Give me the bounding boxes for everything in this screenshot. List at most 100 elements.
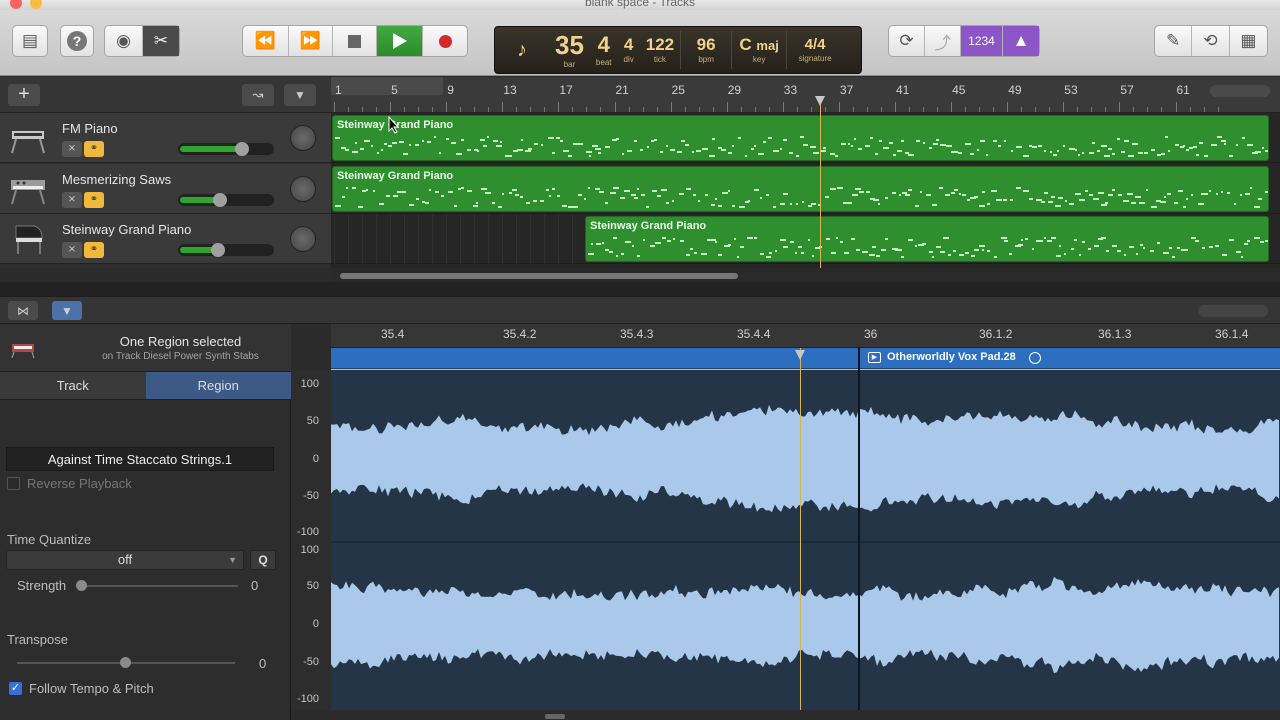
lcd-signature[interactable]: 4/4 signature <box>787 27 843 73</box>
region-name-field[interactable]: Against Time Staccato Strings.1 <box>6 447 274 471</box>
catch-button[interactable]: ▼ <box>284 84 316 106</box>
ruler-tick <box>712 107 714 112</box>
track-header[interactable]: FM Piano ⨯ ⚭ <box>0 113 331 163</box>
editors-button[interactable]: ✂ <box>143 26 179 56</box>
lcd-key[interactable]: C maj key <box>732 27 786 73</box>
time-quantize-select[interactable]: off ▼ <box>6 550 244 570</box>
timeline-ruler[interactable]: 1 5 9 13 17 21 25 29 33 37 41 45 49 53 57 61 <box>331 77 1280 113</box>
ruler-tick <box>796 107 798 112</box>
volume-knob[interactable] <box>235 142 249 156</box>
amplitude-label: 100 <box>300 378 319 390</box>
track-header[interactable]: Steinway Grand Piano ⨯ ⚭ <box>0 214 331 264</box>
pan-knob[interactable] <box>290 175 316 202</box>
instrument-icon <box>8 222 48 256</box>
track-name[interactable]: FM Piano <box>62 121 118 136</box>
add-track-button[interactable]: + <box>8 84 40 106</box>
cycle-button[interactable]: ⟳ <box>889 26 925 56</box>
metronome-button[interactable]: ▲ <box>1003 26 1039 56</box>
count-in-button[interactable]: 1234 <box>961 26 1003 56</box>
editor-link-button[interactable]: ⋈ <box>8 301 38 320</box>
ruler-tick <box>1049 107 1051 112</box>
track-lane[interactable]: Steinway Grand Piano <box>331 164 1280 214</box>
headphones-button[interactable]: ⚭ <box>84 242 104 258</box>
lcd-div: 4 div <box>623 35 634 64</box>
pan-knob[interactable] <box>290 226 316 252</box>
track-lane[interactable]: Steinway Grand Piano <box>331 113 1280 163</box>
lcd-bpm[interactable]: 96 bpm <box>681 27 731 73</box>
midi-notes <box>335 186 1268 208</box>
ruler-tick <box>993 107 995 112</box>
automation-button[interactable]: ↝ <box>242 84 274 106</box>
cycle-region[interactable] <box>331 77 443 95</box>
strength-slider[interactable] <box>76 580 238 591</box>
midi-region[interactable]: Steinway Grand Piano <box>332 115 1269 161</box>
inspector-subtitle: on Track Diesel Power Synth Stabs <box>102 351 259 362</box>
ruler-tick <box>390 102 392 112</box>
midi-region[interactable]: Steinway Grand Piano <box>332 165 1269 212</box>
headphones-button[interactable]: ⚭ <box>84 141 104 157</box>
lcd-bar: 35 bar <box>555 29 584 69</box>
track-name[interactable]: Mesmerizing Saws <box>62 172 171 187</box>
ruler-bar-label: 29 <box>727 83 742 97</box>
media-browser-button[interactable]: ▦ <box>1230 26 1267 56</box>
mute-button[interactable]: ⨯ <box>62 242 82 258</box>
stop-button[interactable] <box>333 26 377 56</box>
volume-slider[interactable] <box>178 142 274 156</box>
audio-waveform-editor[interactable] <box>331 370 1280 710</box>
pan-knob[interactable] <box>290 125 316 151</box>
track-horizontal-scrollbar[interactable] <box>340 273 738 279</box>
zoom-slider[interactable] <box>1210 85 1270 97</box>
follow-tempo-checkbox[interactable]: ✓ <box>9 682 22 695</box>
volume-slider[interactable] <box>178 192 274 207</box>
track-header[interactable]: Mesmerizing Saws ⨯ ⚭ <box>0 163 331 214</box>
loop-browser-button[interactable]: ⟲ <box>1192 26 1230 56</box>
mute-icon: ⨯ <box>67 193 77 205</box>
transpose-slider-knob[interactable] <box>120 657 131 668</box>
notepad-button[interactable]: ✎ <box>1155 26 1193 56</box>
library-button[interactable]: ▤ <box>12 25 48 57</box>
record-button[interactable] <box>423 26 467 56</box>
editor-catch-button[interactable]: ▼ <box>52 301 82 320</box>
track-name[interactable]: Steinway Grand Piano <box>62 222 191 237</box>
tab-track[interactable]: Track <box>0 372 146 399</box>
ruler-tick <box>1133 107 1135 112</box>
forward-button[interactable]: ⏩ <box>289 26 333 56</box>
splitter[interactable] <box>0 282 1280 296</box>
selected-region-header[interactable] <box>331 348 858 368</box>
lcd-mode-icon[interactable]: ♪ <box>495 27 549 73</box>
ruler-tick <box>488 107 490 112</box>
track-lane[interactable]: Steinway Grand Piano <box>331 214 1280 264</box>
reverse-playback-checkbox[interactable] <box>7 477 20 490</box>
quick-help-button[interactable]: ? <box>60 25 94 57</box>
strength-slider-knob[interactable] <box>76 580 87 591</box>
smart-controls-button[interactable]: ◉ <box>105 26 143 56</box>
ruler-tick <box>586 107 588 112</box>
ruler-bar-label: 41 <box>896 83 910 97</box>
tuner-button[interactable]: ⤴ <box>925 26 961 56</box>
strength-label: Strength <box>17 578 67 593</box>
ruler-tick <box>1021 107 1023 112</box>
editor-horizontal-scrollbar[interactable] <box>545 714 565 719</box>
volume-knob[interactable] <box>211 243 225 257</box>
play-button[interactable] <box>377 26 423 56</box>
midi-region[interactable]: Steinway Grand Piano <box>585 216 1269 262</box>
ruler-tick <box>600 107 602 112</box>
editor-ruler[interactable]: 35.4 35.4.2 35.4.3 35.4.4 36 36.1.2 36.1.3 36.1… <box>331 324 1280 348</box>
volume-knob[interactable] <box>213 192 227 207</box>
mute-button[interactable]: ⨯ <box>62 191 82 208</box>
transpose-slider[interactable] <box>17 657 235 668</box>
lcd-display[interactable]: ♪ 35 bar 4 beat 4 div 122 tick 96 bpm C … <box>494 26 862 74</box>
play-icon <box>392 33 407 49</box>
mute-button[interactable]: ⨯ <box>62 141 82 157</box>
headphones-button[interactable]: ⚭ <box>84 191 104 208</box>
quantize-button[interactable]: Q <box>250 550 276 570</box>
track-lanes[interactable]: Steinway Grand Piano Steinway Grand Piano… <box>331 113 1280 268</box>
instrument-icon <box>8 121 48 155</box>
volume-slider[interactable] <box>178 243 274 257</box>
ruler-tick <box>404 107 406 112</box>
rewind-button[interactable]: ⏪ <box>243 26 289 56</box>
transpose-label: Transpose <box>7 632 68 647</box>
tab-region[interactable]: Region <box>145 372 291 399</box>
help-icon: ? <box>67 31 87 51</box>
editor-zoom-slider[interactable] <box>1198 305 1268 317</box>
